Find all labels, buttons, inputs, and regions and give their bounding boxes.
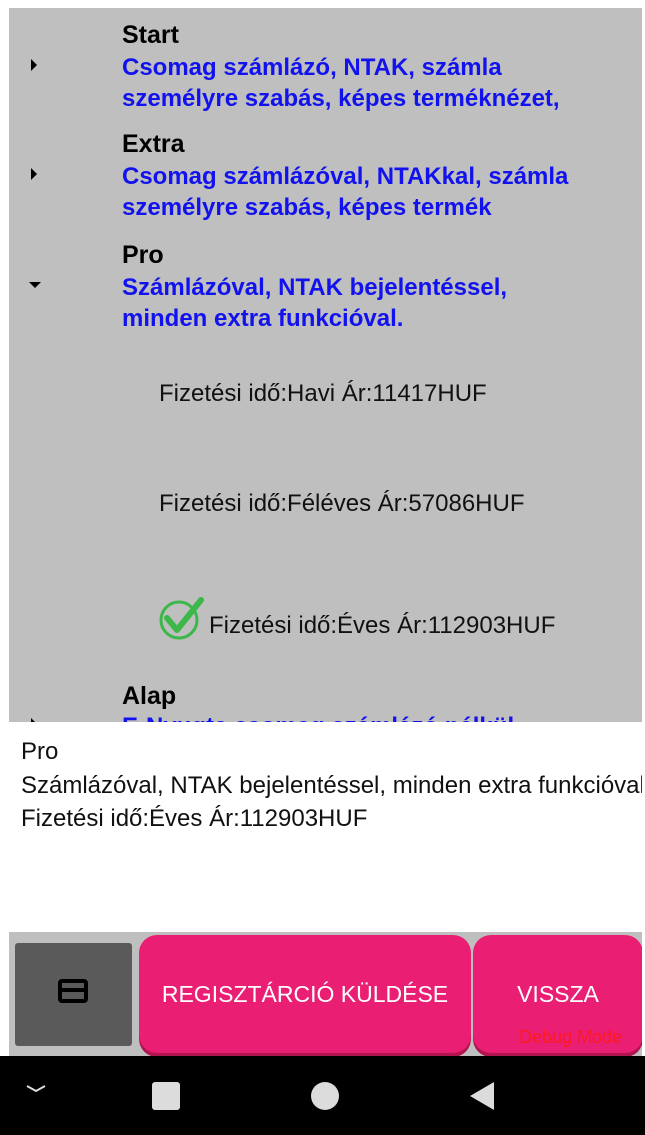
package-description: Csomag számlázóval, NTAKkal, számla szem… bbox=[122, 163, 569, 221]
selection-summary: Pro Számlázóval, NTAK bejelentéssel, min… bbox=[9, 722, 642, 932]
package-description: Csomag számlázó, NTAK, számla személyre … bbox=[122, 54, 560, 112]
collapse-arrow-icon[interactable] bbox=[29, 282, 41, 288]
payment-option-halfyear[interactable]: Fizetési idő:Féléves Ár:57086HUF bbox=[159, 490, 524, 518]
recent-apps-icon[interactable] bbox=[152, 1082, 180, 1110]
package-name: Extra bbox=[122, 130, 185, 158]
summary-description: Számlázóval, NTAK bejelentéssel, minden … bbox=[21, 772, 642, 799]
action-bar: REGISZTÁRCIÓ KÜLDÉSE VISSZA Debug Mode bbox=[9, 932, 642, 1056]
package-description: E-Nyugta csomag számlázó nélkül bbox=[122, 711, 637, 722]
back-icon[interactable] bbox=[470, 1082, 494, 1110]
home-icon[interactable] bbox=[311, 1082, 339, 1110]
package-description: Számlázóval, NTAK bejelentéssel, minden … bbox=[122, 274, 508, 332]
check-icon bbox=[159, 597, 204, 640]
debug-mode-label: Debug Mode bbox=[519, 1027, 623, 1047]
expand-arrow-icon[interactable] bbox=[31, 168, 37, 180]
credit-card-icon bbox=[58, 979, 88, 1003]
payment-option-yearly[interactable]: Fizetési idő:Éves Ár:112903HUF bbox=[209, 612, 555, 640]
summary-price: Fizetési idő:Éves Ár:112903HUF bbox=[21, 805, 368, 832]
system-nav-bar bbox=[0, 1056, 645, 1135]
payment-option-monthly[interactable]: Fizetési idő:Havi Ár:11417HUF bbox=[159, 380, 487, 408]
payment-card-button[interactable] bbox=[15, 943, 132, 1046]
summary-package: Pro bbox=[21, 738, 59, 765]
send-registration-button[interactable]: REGISZTÁRCIÓ KÜLDÉSE bbox=[139, 935, 471, 1053]
package-name: Start bbox=[122, 21, 179, 49]
expand-arrow-icon[interactable] bbox=[31, 59, 37, 71]
app-screen: Start Csomag számlázó, NTAK, számla szem… bbox=[0, 0, 645, 1135]
package-name: Alap bbox=[122, 682, 177, 710]
chevron-down-icon[interactable] bbox=[24, 1078, 48, 1102]
package-name: Pro bbox=[122, 241, 164, 269]
package-list[interactable]: Start Csomag számlázó, NTAK, számla szem… bbox=[9, 8, 642, 722]
